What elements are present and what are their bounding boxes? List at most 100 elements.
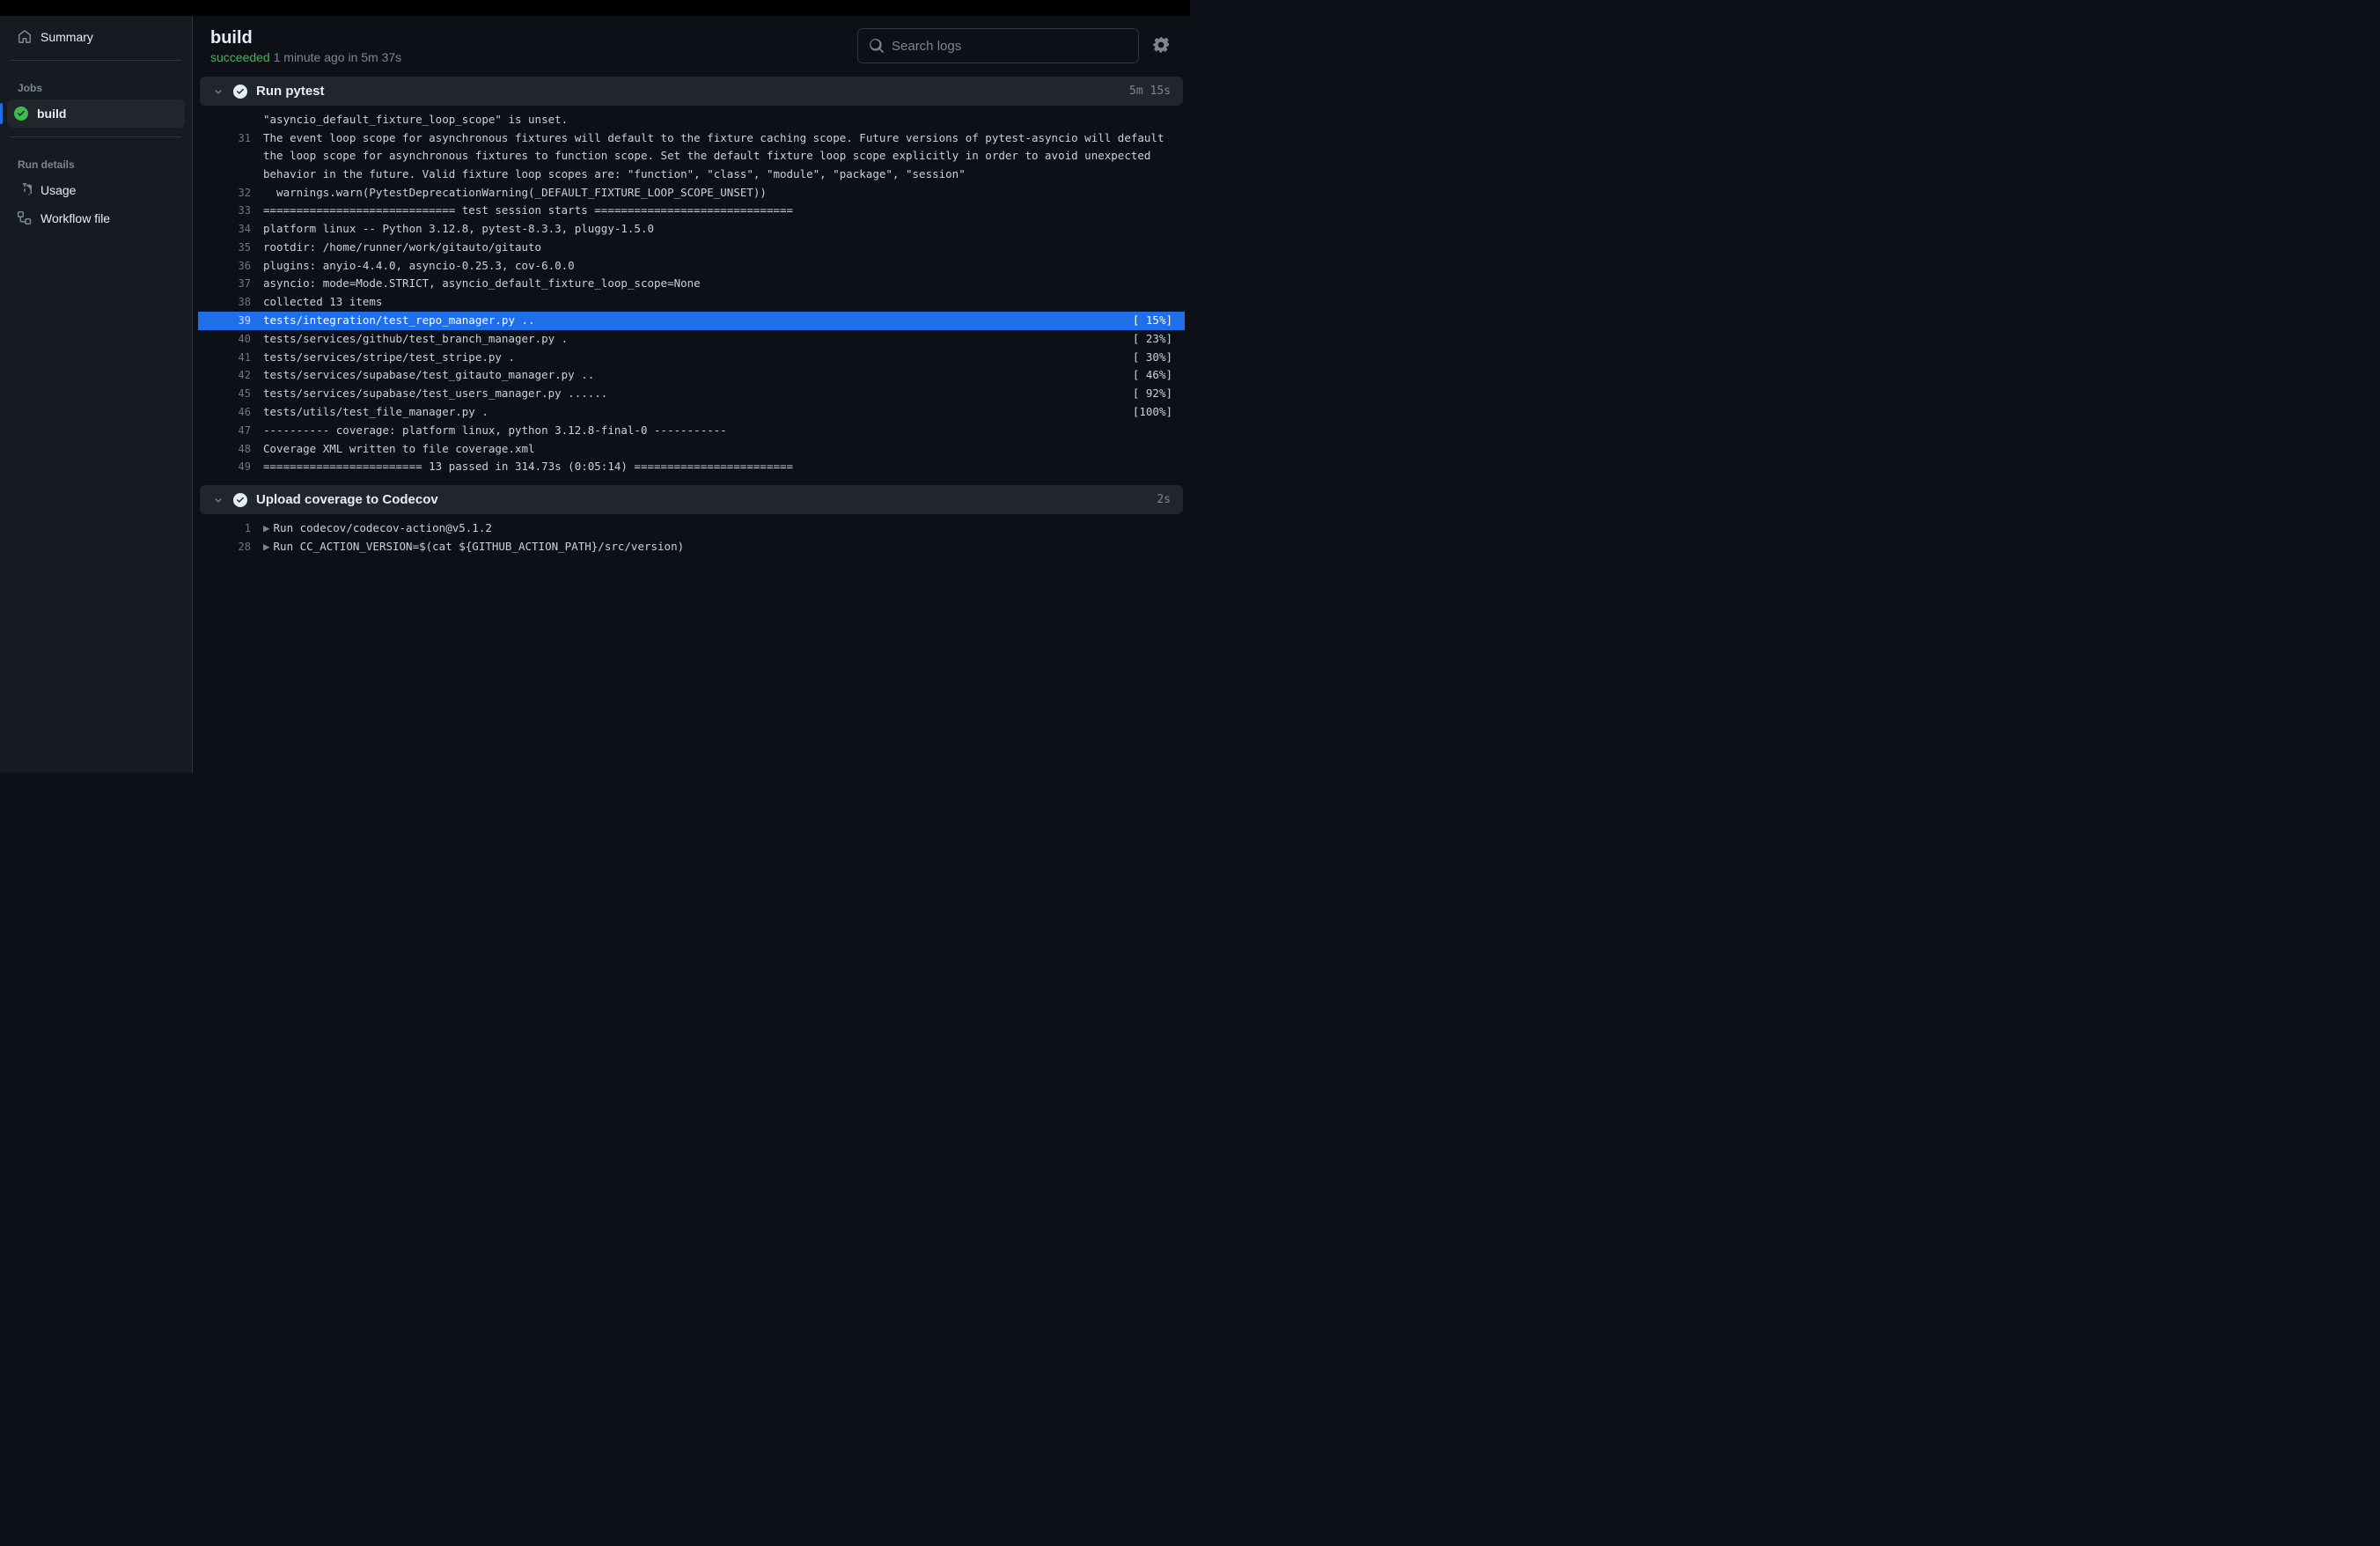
- log-line-collapsible[interactable]: 1 ▶Run codecov/codecov-action@v5.1.2: [198, 519, 1185, 538]
- log-line: 42 tests/services/supabase/test_gitauto_m…: [198, 366, 1185, 385]
- page-title: build: [210, 28, 401, 48]
- log-line: 35 rootdir: /home/runner/work/gitauto/git…: [198, 239, 1185, 257]
- line-text: ▶Run CC_ACTION_VERSION=$(cat ${GITHUB_AC…: [263, 538, 1172, 556]
- step-header-upload-codecov[interactable]: Upload coverage to Codecov 2s: [200, 485, 1183, 514]
- test-pct: [ 30%]: [1133, 349, 1172, 367]
- step-header-run-pytest[interactable]: Run pytest 5m 15s: [200, 77, 1183, 106]
- line-text: rootdir: /home/runner/work/gitauto/gitau…: [263, 239, 1172, 257]
- line-number: 49: [224, 459, 251, 476]
- line-number: 37: [224, 276, 251, 293]
- settings-button[interactable]: [1150, 33, 1172, 59]
- test-pct: [ 15%]: [1133, 312, 1172, 330]
- sidebar-summary-link[interactable]: Summary: [11, 23, 181, 51]
- caret-right-icon: ▶: [263, 521, 270, 534]
- line-text: tests/services/stripe/test_stripe.py .[ …: [263, 349, 1172, 367]
- line-number: 1: [224, 520, 251, 538]
- step-timing: 5m 15s: [1129, 85, 1171, 98]
- status-text: succeeded: [210, 50, 270, 64]
- chevron-down-icon: [212, 494, 224, 506]
- line-text: tests/services/supabase/test_gitauto_man…: [263, 366, 1172, 385]
- line-number: 33: [224, 202, 251, 220]
- line-text: tests/utils/test_file_manager.py .[100%]: [263, 403, 1172, 422]
- sidebar-summary-label: Summary: [40, 30, 93, 44]
- line-number: 39: [224, 313, 251, 330]
- check-circle-icon: [233, 493, 247, 507]
- line-number: 32: [224, 185, 251, 202]
- line-number: 47: [224, 423, 251, 440]
- log-line: 37 asyncio: mode=Mode.STRICT, asyncio_def…: [198, 275, 1185, 293]
- line-number: 45: [224, 386, 251, 403]
- log-line: 34 platform linux -- Python 3.12.8, pytes…: [198, 220, 1185, 239]
- line-number: 40: [224, 331, 251, 349]
- line-text: ▶Run codecov/codecov-action@v5.1.2: [263, 519, 1172, 538]
- log-line: 36plugins: anyio-4.4.0, asyncio-0.25.3, …: [198, 257, 1185, 276]
- log-line: 33 ============================= test ses…: [198, 202, 1185, 220]
- line-text: Coverage XML written to file coverage.xm…: [263, 440, 1172, 459]
- step-timing: 2s: [1157, 493, 1171, 506]
- sidebar-run-details-heading: Run details: [11, 146, 181, 176]
- log-line: "asyncio_default_fixture_loop_scope" is …: [198, 111, 1185, 129]
- in-word: in: [348, 50, 357, 64]
- test-path: tests/services/supabase/test_users_manag…: [263, 385, 1133, 403]
- line-text: tests/services/supabase/test_users_manag…: [263, 385, 1172, 403]
- line-text: The event loop scope for asynchronous fi…: [263, 129, 1172, 184]
- test-path: tests/services/stripe/test_stripe.py .: [263, 349, 1133, 367]
- line-text: ======================== 13 passed in 31…: [263, 458, 1172, 476]
- log-line: 48 Coverage XML written to file coverage.…: [198, 440, 1185, 459]
- page-subtitle: succeeded 1 minute ago in 5m 37s: [210, 50, 401, 64]
- test-pct: [100%]: [1133, 403, 1172, 422]
- log-line: 32 warnings.warn(PytestDeprecationWarnin…: [198, 184, 1185, 202]
- line-text: platform linux -- Python 3.12.8, pytest-…: [263, 220, 1172, 239]
- log-line-collapsible[interactable]: 28 ▶Run CC_ACTION_VERSION=$(cat ${GITHUB_…: [198, 538, 1185, 556]
- main-content: build succeeded 1 minute ago in 5m 37s R…: [193, 16, 1190, 773]
- log-line: 40 tests/services/github/test_branch_mana…: [198, 330, 1185, 349]
- test-pct: [ 23%]: [1133, 330, 1172, 349]
- line-text: tests/integration/test_repo_manager.py .…: [263, 312, 1172, 330]
- test-pct: [ 92%]: [1133, 385, 1172, 403]
- line-text: warnings.warn(PytestDeprecationWarning(_…: [263, 184, 1172, 202]
- caret-right-icon: ▶: [263, 540, 270, 553]
- sidebar-jobs-heading: Jobs: [11, 70, 181, 99]
- log-line: 46tests/utils/test_file_manager.py .[100…: [198, 403, 1185, 422]
- search-logs-box[interactable]: [857, 28, 1139, 63]
- line-number: 31: [224, 130, 251, 148]
- log-line: 39 tests/integration/test_repo_manager.py…: [198, 312, 1185, 330]
- when-text: 1 minute ago: [274, 50, 345, 64]
- sidebar-workflow-file-label: Workflow file: [40, 211, 110, 225]
- workflow-icon: [18, 211, 32, 225]
- line-number: 35: [224, 239, 251, 257]
- stopwatch-icon: [18, 183, 32, 197]
- log-line: 31 The event loop scope for asynchronous …: [198, 129, 1185, 184]
- test-path: tests/integration/test_repo_manager.py .…: [263, 312, 1133, 330]
- log-body-run-pytest: "asyncio_default_fixture_loop_scope" is …: [198, 109, 1185, 482]
- test-pct: [ 46%]: [1133, 366, 1172, 385]
- line-number: 42: [224, 367, 251, 385]
- log-line: 38 collected 13 items: [198, 293, 1185, 312]
- step-label: Upload coverage to Codecov: [256, 492, 438, 507]
- line-text: tests/services/github/test_branch_manage…: [263, 330, 1172, 349]
- duration-text: 5m 37s: [361, 50, 401, 64]
- chevron-down-icon: [212, 85, 224, 98]
- log-line: 47---------- coverage: platform linux, p…: [198, 422, 1185, 440]
- line-text: ============================= test sessi…: [263, 202, 1172, 220]
- line-number: 28: [224, 539, 251, 556]
- line-number: 48: [224, 441, 251, 459]
- line-number: 38: [224, 294, 251, 312]
- line-number: 34: [224, 221, 251, 239]
- sidebar-workflow-file-link[interactable]: Workflow file: [11, 204, 181, 232]
- sidebar-usage-label: Usage: [40, 183, 76, 197]
- log-body-upload-codecov: 1 ▶Run codecov/codecov-action@v5.1.2 28 ▶Ru…: [198, 518, 1185, 562]
- home-icon: [18, 30, 32, 44]
- search-icon: [869, 38, 885, 54]
- check-circle-icon: [14, 107, 28, 121]
- log-line: 45 tests/services/supabase/test_users_man…: [198, 385, 1185, 403]
- line-number: 36: [224, 258, 251, 276]
- line-text: asyncio: mode=Mode.STRICT, asyncio_defau…: [263, 275, 1172, 293]
- line-text: collected 13 items: [263, 293, 1172, 312]
- sidebar-job-label: build: [37, 107, 66, 121]
- search-logs-input[interactable]: [892, 39, 1128, 54]
- gear-icon: [1153, 37, 1169, 53]
- test-path: tests/services/github/test_branch_manage…: [263, 330, 1133, 349]
- sidebar-usage-link[interactable]: Usage: [11, 176, 181, 204]
- sidebar-job-build[interactable]: build: [7, 99, 185, 128]
